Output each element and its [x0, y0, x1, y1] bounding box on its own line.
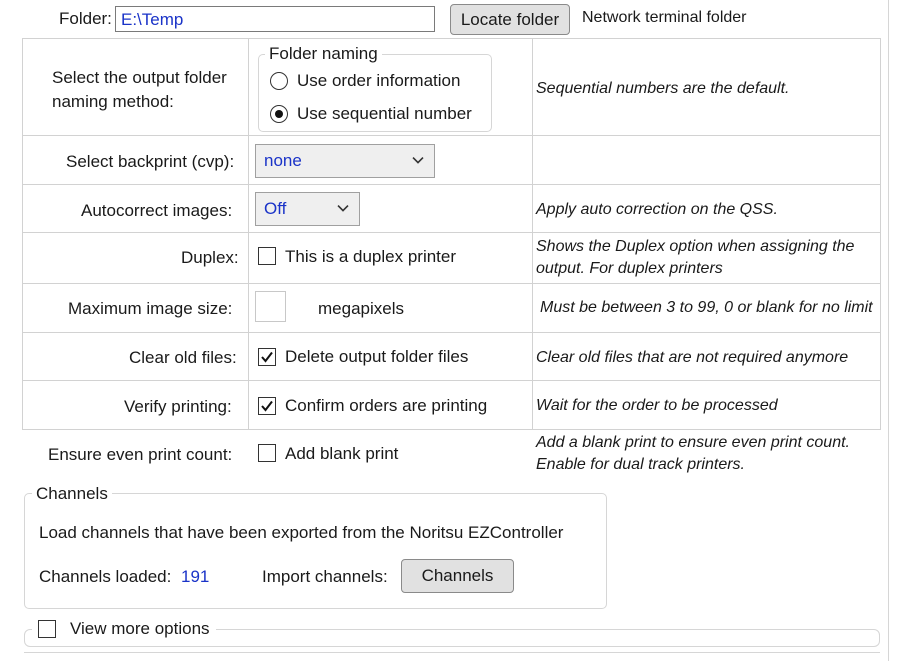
- grid-line: [22, 380, 881, 381]
- folder-naming-title: Folder naming: [265, 44, 382, 64]
- duplex-checkbox[interactable]: [258, 247, 276, 265]
- channels-groupbox: [24, 493, 607, 609]
- duplex-note-line1: Shows the Duplex option when assigning t…: [536, 238, 855, 255]
- naming-label-line2: naming method:: [52, 92, 174, 111]
- autocorrect-select[interactable]: Off: [255, 192, 360, 226]
- radio-sequential-number[interactable]: [270, 105, 288, 123]
- autocorrect-select-value: Off: [264, 199, 287, 218]
- radio-order-information-label[interactable]: Use order information: [297, 71, 460, 91]
- verify-note: Wait for the order to be processed: [536, 397, 778, 414]
- grid-line: [880, 38, 881, 430]
- max-image-label: Maximum image size:: [68, 299, 233, 318]
- radio-sequential-number-label[interactable]: Use sequential number: [297, 104, 472, 124]
- even-count-note-line1: Add a blank print to ensure even print c…: [536, 434, 850, 451]
- verify-checkbox-label[interactable]: Confirm orders are printing: [285, 396, 487, 416]
- chevron-down-icon: [412, 157, 424, 164]
- locate-folder-button[interactable]: Locate folder: [450, 4, 570, 35]
- grid-line: [22, 332, 881, 333]
- channels-import-button[interactable]: Channels: [401, 559, 514, 593]
- clear-old-checkbox[interactable]: [258, 348, 276, 366]
- grid-line: [22, 232, 881, 233]
- grid-line: [22, 429, 881, 430]
- even-count-checkbox-label[interactable]: Add blank print: [285, 444, 398, 464]
- grid-line: [22, 184, 881, 185]
- verify-checkbox[interactable]: [258, 397, 276, 415]
- more-options-checkbox[interactable]: [38, 620, 56, 638]
- window-right-border: [888, 0, 889, 661]
- folder-note: Network terminal folder: [582, 9, 747, 26]
- grid-line: [532, 38, 533, 430]
- duplex-note-line2: output. For duplex printers: [536, 260, 723, 277]
- even-count-note-line2: Enable for dual track printers.: [536, 456, 745, 473]
- clear-old-note: Clear old files that are not required an…: [536, 349, 849, 366]
- more-options-legend: View more options: [32, 618, 216, 640]
- checkmark-icon: [261, 400, 273, 412]
- bottom-divider: [24, 652, 880, 653]
- radio-order-information[interactable]: [270, 72, 288, 90]
- channels-loaded-label: Channels loaded:: [39, 567, 172, 586]
- duplex-label: Duplex:: [181, 248, 239, 267]
- grid-line: [22, 38, 881, 39]
- megapixels-unit: megapixels: [318, 299, 404, 318]
- clear-old-label: Clear old files:: [129, 348, 237, 367]
- backprint-label: Select backprint (cvp):: [66, 152, 235, 171]
- backprint-select[interactable]: none: [255, 144, 435, 178]
- max-image-note: Must be between 3 to 99, 0 or blank for …: [540, 299, 873, 316]
- grid-line: [22, 135, 881, 136]
- checkmark-icon: [261, 351, 273, 363]
- radio-selected-dot: [275, 110, 283, 118]
- autocorrect-label: Autocorrect images:: [81, 201, 233, 220]
- folder-path-input[interactable]: E:\Temp: [115, 6, 435, 32]
- backprint-select-value: none: [264, 151, 302, 170]
- grid-line: [22, 283, 881, 284]
- folder-path-value: E:\Temp: [121, 10, 184, 29]
- more-options-label[interactable]: View more options: [70, 619, 210, 638]
- channels-title: Channels: [32, 484, 112, 504]
- duplex-checkbox-label[interactable]: This is a duplex printer: [285, 247, 456, 267]
- naming-label-line1: Select the output folder: [52, 68, 227, 87]
- even-count-checkbox[interactable]: [258, 444, 276, 462]
- autocorrect-note: Apply auto correction on the QSS.: [536, 201, 778, 218]
- clear-old-checkbox-label[interactable]: Delete output folder files: [285, 347, 468, 367]
- grid-line: [248, 38, 249, 430]
- channels-description: Load channels that have been exported fr…: [39, 523, 564, 542]
- chevron-down-icon: [337, 205, 349, 212]
- folder-label: Folder:: [59, 9, 112, 28]
- channels-loaded-count: 191: [181, 567, 210, 586]
- verify-label: Verify printing:: [124, 397, 232, 416]
- even-count-label: Ensure even print count:: [48, 445, 233, 464]
- grid-line: [22, 38, 23, 430]
- import-channels-label: Import channels:: [262, 567, 388, 586]
- max-image-input[interactable]: [255, 291, 286, 322]
- naming-note: Sequential numbers are the default.: [536, 80, 790, 97]
